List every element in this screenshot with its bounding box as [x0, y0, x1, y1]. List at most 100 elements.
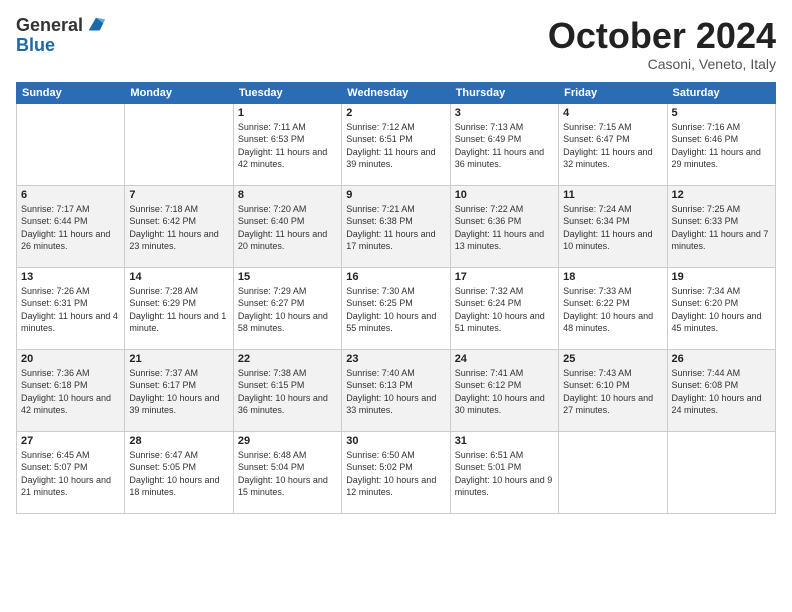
table-row: 1Sunrise: 7:11 AM Sunset: 6:53 PM Daylig…	[233, 103, 341, 185]
table-row: 8 Sunrise: 7:20 AM Sunset: 6:40 PM Daylig…	[233, 185, 341, 267]
table-row: 17 Sunrise: 7:32 AM Sunset: 6:24 PM Dayli…	[450, 267, 558, 349]
calendar-table: Sunday Monday Tuesday Wednesday Thursday…	[16, 82, 776, 514]
day-number: 20	[21, 353, 120, 365]
day-info: Sunrise: 7:38 AM Sunset: 6:15 PM Dayligh…	[238, 367, 337, 417]
table-row: 3 Sunrise: 7:13 AM Sunset: 6:49 PM Daylig…	[450, 103, 558, 185]
day-number: 13	[21, 271, 120, 283]
day-number: 5	[672, 107, 771, 119]
day-info: Sunrise: 7:11 AM Sunset: 6:53 PM Dayligh…	[238, 121, 337, 171]
day-info: Sunrise: 6:51 AM Sunset: 5:01 PM Dayligh…	[455, 449, 554, 499]
col-monday: Monday	[125, 82, 233, 103]
day-info: Sunrise: 7:34 AM Sunset: 6:20 PM Dayligh…	[672, 285, 771, 335]
calendar-week-row: 13 Sunrise: 7:26 AM Sunset: 6:31 PM Dayli…	[17, 267, 776, 349]
day-number: 24	[455, 353, 554, 365]
table-row: 31 Sunrise: 6:51 AM Sunset: 5:01 PM Dayli…	[450, 431, 558, 513]
header: General Blue October 2024 Casoni, Veneto…	[16, 16, 776, 72]
table-row	[17, 103, 125, 185]
col-tuesday: Tuesday	[233, 82, 341, 103]
day-number: 31	[455, 435, 554, 447]
day-info: Sunrise: 7:36 AM Sunset: 6:18 PM Dayligh…	[21, 367, 120, 417]
day-number: 6	[21, 189, 120, 201]
day-info: Sunrise: 7:41 AM Sunset: 6:12 PM Dayligh…	[455, 367, 554, 417]
day-number: 2	[346, 107, 445, 119]
day-number: 22	[238, 353, 337, 365]
day-info: Sunrise: 7:15 AM Sunset: 6:47 PM Dayligh…	[563, 121, 662, 171]
col-saturday: Saturday	[667, 82, 775, 103]
table-row: 14 Sunrise: 7:28 AM Sunset: 6:29 PM Dayli…	[125, 267, 233, 349]
table-row: 11 Sunrise: 7:24 AM Sunset: 6:34 PM Dayli…	[559, 185, 667, 267]
calendar-week-row: 20 Sunrise: 7:36 AM Sunset: 6:18 PM Dayli…	[17, 349, 776, 431]
col-friday: Friday	[559, 82, 667, 103]
day-info: Sunrise: 7:18 AM Sunset: 6:42 PM Dayligh…	[129, 203, 228, 253]
table-row	[559, 431, 667, 513]
day-info: Sunrise: 7:20 AM Sunset: 6:40 PM Dayligh…	[238, 203, 337, 253]
day-number: 23	[346, 353, 445, 365]
day-number: 26	[672, 353, 771, 365]
day-info: Sunrise: 7:26 AM Sunset: 6:31 PM Dayligh…	[21, 285, 120, 335]
table-row: 9Sunrise: 7:21 AM Sunset: 6:38 PM Daylig…	[342, 185, 450, 267]
col-wednesday: Wednesday	[342, 82, 450, 103]
logo-blue: Blue	[16, 36, 107, 56]
table-row: 27 Sunrise: 6:45 AM Sunset: 5:07 PM Dayli…	[17, 431, 125, 513]
logo-icon	[85, 14, 107, 36]
day-info: Sunrise: 6:48 AM Sunset: 5:04 PM Dayligh…	[238, 449, 337, 499]
col-thursday: Thursday	[450, 82, 558, 103]
day-number: 28	[129, 435, 228, 447]
month-title: October 2024	[548, 16, 776, 56]
day-number: 19	[672, 271, 771, 283]
table-row: 4Sunrise: 7:15 AM Sunset: 6:47 PM Daylig…	[559, 103, 667, 185]
day-number: 8	[238, 189, 337, 201]
logo-text: General Blue	[16, 16, 107, 56]
day-number: 25	[563, 353, 662, 365]
table-row: 21 Sunrise: 7:37 AM Sunset: 6:17 PM Dayli…	[125, 349, 233, 431]
day-number: 18	[563, 271, 662, 283]
day-info: Sunrise: 7:28 AM Sunset: 6:29 PM Dayligh…	[129, 285, 228, 335]
day-info: Sunrise: 7:40 AM Sunset: 6:13 PM Dayligh…	[346, 367, 445, 417]
table-row: 25 Sunrise: 7:43 AM Sunset: 6:10 PM Dayli…	[559, 349, 667, 431]
day-number: 9	[346, 189, 445, 201]
table-row: 12Sunrise: 7:25 AM Sunset: 6:33 PM Dayli…	[667, 185, 775, 267]
day-info: Sunrise: 7:16 AM Sunset: 6:46 PM Dayligh…	[672, 121, 771, 171]
day-info: Sunrise: 7:33 AM Sunset: 6:22 PM Dayligh…	[563, 285, 662, 335]
day-number: 30	[346, 435, 445, 447]
table-row: 22 Sunrise: 7:38 AM Sunset: 6:15 PM Dayli…	[233, 349, 341, 431]
day-info: Sunrise: 7:22 AM Sunset: 6:36 PM Dayligh…	[455, 203, 554, 253]
day-info: Sunrise: 7:32 AM Sunset: 6:24 PM Dayligh…	[455, 285, 554, 335]
table-row: 19 Sunrise: 7:34 AM Sunset: 6:20 PM Dayli…	[667, 267, 775, 349]
day-number: 11	[563, 189, 662, 201]
day-number: 17	[455, 271, 554, 283]
table-row: 20 Sunrise: 7:36 AM Sunset: 6:18 PM Dayli…	[17, 349, 125, 431]
day-info: Sunrise: 7:43 AM Sunset: 6:10 PM Dayligh…	[563, 367, 662, 417]
day-info: Sunrise: 7:25 AM Sunset: 6:33 PM Dayligh…	[672, 203, 771, 253]
day-info: Sunrise: 7:37 AM Sunset: 6:17 PM Dayligh…	[129, 367, 228, 417]
table-row: 15Sunrise: 7:29 AM Sunset: 6:27 PM Dayli…	[233, 267, 341, 349]
table-row: 26Sunrise: 7:44 AM Sunset: 6:08 PM Dayli…	[667, 349, 775, 431]
day-info: Sunrise: 7:17 AM Sunset: 6:44 PM Dayligh…	[21, 203, 120, 253]
day-info: Sunrise: 6:50 AM Sunset: 5:02 PM Dayligh…	[346, 449, 445, 499]
table-row: 28Sunrise: 6:47 AM Sunset: 5:05 PM Dayli…	[125, 431, 233, 513]
day-info: Sunrise: 6:45 AM Sunset: 5:07 PM Dayligh…	[21, 449, 120, 499]
title-block: October 2024 Casoni, Veneto, Italy	[548, 16, 776, 72]
day-number: 29	[238, 435, 337, 447]
day-number: 14	[129, 271, 228, 283]
day-info: Sunrise: 7:12 AM Sunset: 6:51 PM Dayligh…	[346, 121, 445, 171]
day-info: Sunrise: 7:24 AM Sunset: 6:34 PM Dayligh…	[563, 203, 662, 253]
day-number: 15	[238, 271, 337, 283]
day-number: 16	[346, 271, 445, 283]
day-number: 21	[129, 353, 228, 365]
calendar-week-row: 6 Sunrise: 7:17 AM Sunset: 6:44 PM Daylig…	[17, 185, 776, 267]
day-info: Sunrise: 7:30 AM Sunset: 6:25 PM Dayligh…	[346, 285, 445, 335]
page: General Blue October 2024 Casoni, Veneto…	[0, 0, 792, 612]
day-info: Sunrise: 7:13 AM Sunset: 6:49 PM Dayligh…	[455, 121, 554, 171]
table-row: 18 Sunrise: 7:33 AM Sunset: 6:22 PM Dayli…	[559, 267, 667, 349]
day-number: 3	[455, 107, 554, 119]
location-subtitle: Casoni, Veneto, Italy	[548, 56, 776, 72]
day-number: 27	[21, 435, 120, 447]
day-number: 10	[455, 189, 554, 201]
table-row: 24 Sunrise: 7:41 AM Sunset: 6:12 PM Dayli…	[450, 349, 558, 431]
table-row	[667, 431, 775, 513]
calendar-week-row: 1Sunrise: 7:11 AM Sunset: 6:53 PM Daylig…	[17, 103, 776, 185]
table-row: 2 Sunrise: 7:12 AM Sunset: 6:51 PM Daylig…	[342, 103, 450, 185]
logo-general: General	[16, 16, 83, 36]
calendar-header-row: Sunday Monday Tuesday Wednesday Thursday…	[17, 82, 776, 103]
